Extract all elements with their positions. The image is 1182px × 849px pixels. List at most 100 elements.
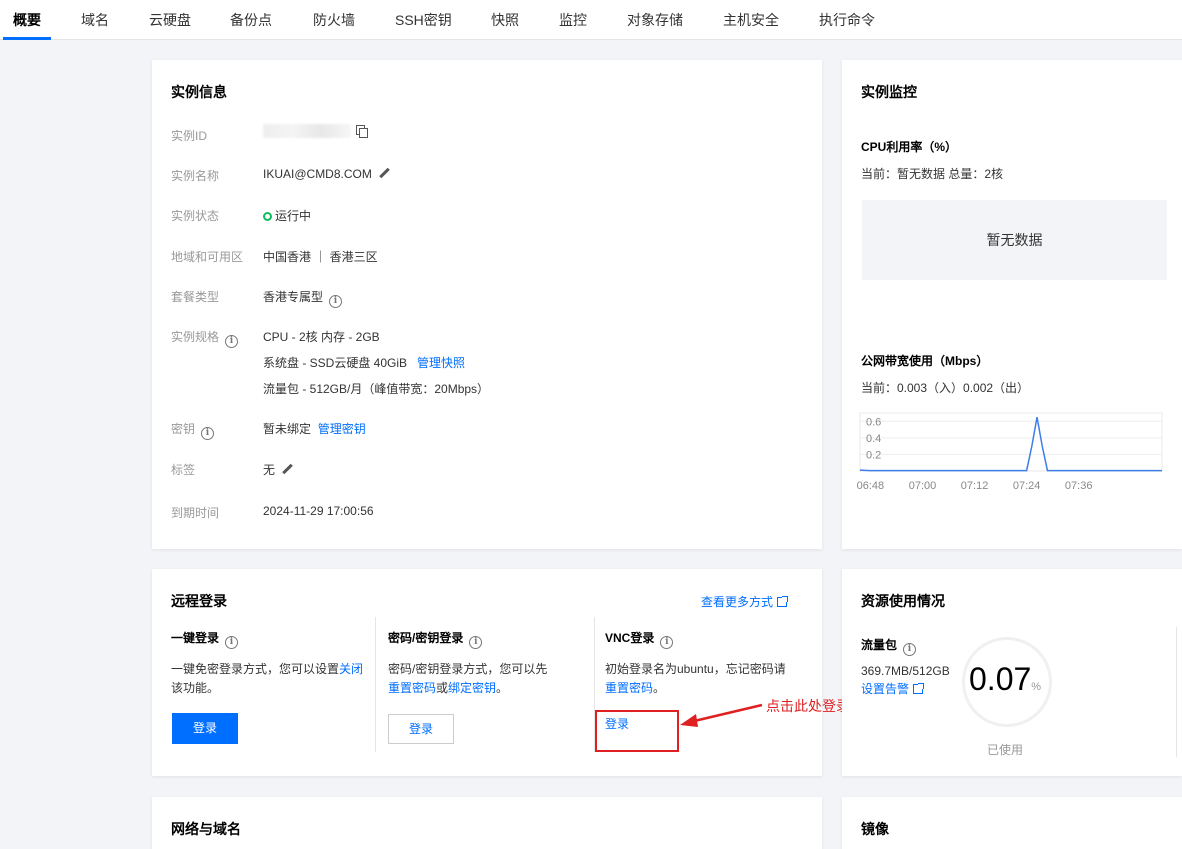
expire-label: 到期时间 bbox=[171, 506, 220, 520]
tab-run-command[interactable]: 执行命令 bbox=[819, 0, 875, 36]
monitor-title: 实例监控 bbox=[861, 84, 917, 100]
instance-status-label: 实例状态 bbox=[171, 209, 220, 223]
instance-status-value: 运行中 bbox=[275, 209, 312, 223]
key-label: 密钥 bbox=[171, 422, 196, 436]
more-login-methods-label: 查看更多方式 bbox=[701, 595, 774, 609]
spec-label: 实例规格 bbox=[171, 330, 220, 344]
package-row: 香港专属型 i bbox=[263, 288, 343, 308]
info-icon[interactable]: i bbox=[660, 636, 674, 649]
vnc-reset-password-link[interactable]: 重置密码 bbox=[605, 681, 653, 695]
bind-key-link[interactable]: 绑定密钥 bbox=[448, 681, 496, 695]
y-tick-label: 0.2 bbox=[866, 449, 881, 461]
manage-key-link[interactable]: 管理密钥 bbox=[318, 422, 366, 436]
bandwidth-current: 当前：0.003（入）0.002（出） bbox=[861, 381, 1030, 395]
info-icon[interactable]: i bbox=[225, 636, 239, 649]
onekey-desc-end: 该功能。 bbox=[171, 681, 220, 695]
tag-label: 标签 bbox=[171, 463, 196, 477]
spec-cpu: CPU - 2核 内存 - 2GB bbox=[263, 330, 380, 344]
resource-usage-card: 资源使用情况 流量包 i 369.7MB/512GB 设置告警 0.07% 已使用 bbox=[842, 569, 1182, 776]
info-icon[interactable]: i bbox=[903, 643, 917, 656]
onekey-login-button[interactable]: 登录 bbox=[172, 713, 238, 744]
used-label: 已使用 bbox=[987, 743, 1024, 757]
instance-info-card: 实例信息 实例ID 实例名称 IKUAI@CMD8.COM 实例状态 运行中 地… bbox=[152, 60, 822, 549]
tab-cloud-disk[interactable]: 云硬盘 bbox=[149, 0, 191, 36]
tab-object-storage[interactable]: 对象存储 bbox=[627, 0, 683, 36]
usage-percent-unit: % bbox=[1031, 681, 1042, 693]
edit-icon[interactable] bbox=[281, 464, 293, 476]
network-domain-title: 网络与域名 bbox=[171, 821, 241, 837]
traffic-package-title: 流量包 bbox=[861, 638, 898, 652]
usage-percent-value: 0.07 bbox=[969, 661, 1032, 697]
external-link-icon bbox=[913, 683, 925, 694]
info-icon[interactable]: i bbox=[329, 295, 343, 308]
instance-name-row: IKUAI@CMD8.COM bbox=[263, 167, 390, 181]
tab-host-security[interactable]: 主机安全 bbox=[723, 0, 779, 36]
tab-snapshot[interactable]: 快照 bbox=[491, 0, 519, 36]
onekey-desc-text: 一键免密登录方式，您可以设置 bbox=[171, 662, 340, 676]
remote-login-title: 远程登录 bbox=[171, 593, 227, 609]
info-icon[interactable]: i bbox=[225, 335, 239, 348]
password-login-button[interactable]: 登录 bbox=[388, 714, 454, 744]
spec-label-row: 实例规格 i bbox=[171, 328, 239, 348]
tab-ssh-key[interactable]: SSH密钥 bbox=[395, 0, 452, 36]
info-icon[interactable]: i bbox=[469, 636, 483, 649]
key-label-row: 密钥 i bbox=[171, 420, 215, 440]
onekey-login-desc: 一键免密登录方式，您可以设置关闭该功能。 bbox=[171, 660, 371, 698]
tab-domain[interactable]: 域名 bbox=[81, 0, 109, 36]
external-link-icon bbox=[777, 596, 789, 607]
more-login-methods-link[interactable]: 查看更多方式 bbox=[701, 593, 789, 610]
vnc-login-button[interactable]: 登录 bbox=[605, 715, 629, 732]
traffic-package-title-row: 流量包 i bbox=[861, 636, 917, 656]
reset-password-link[interactable]: 重置密码 bbox=[388, 681, 436, 695]
password-login-title-row: 密码/密钥登录 i bbox=[388, 629, 483, 649]
instance-name-value: IKUAI@CMD8.COM bbox=[263, 167, 372, 181]
y-tick-label: 0.4 bbox=[866, 433, 881, 445]
y-tick-label: 0.6 bbox=[866, 416, 881, 428]
active-tab-indicator bbox=[3, 37, 51, 40]
remote-login-card: 远程登录 查看更多方式 一键登录 i 一键免密登录方式，您可以设置关闭该功能。 登… bbox=[152, 569, 822, 776]
onekey-login-title-row: 一键登录 i bbox=[171, 629, 239, 649]
image-title: 镜像 bbox=[861, 821, 889, 837]
usage-percent: 0.07% bbox=[969, 661, 1041, 698]
key-row: 暂未绑定 管理密钥 bbox=[263, 420, 366, 437]
vnc-desc-end: 。 bbox=[653, 681, 666, 695]
spec-traffic: 流量包 - 512GB/月（峰值带宽：20Mbps） bbox=[263, 382, 490, 396]
resource-usage-title: 资源使用情况 bbox=[861, 593, 945, 609]
tab-firewall[interactable]: 防火墙 bbox=[313, 0, 355, 36]
annotation-arrow bbox=[680, 703, 763, 727]
spec-disk: 系统盘 - SSD云硬盘 40GiB bbox=[263, 356, 408, 370]
x-tick-label: 07:00 bbox=[909, 480, 937, 492]
tab-monitor[interactable]: 监控 bbox=[559, 0, 587, 36]
info-icon[interactable]: i bbox=[201, 427, 215, 440]
password-login-desc: 密码/密钥登录方式，您可以先 重置密码或绑定密钥。 bbox=[388, 660, 588, 698]
manage-snapshot-link[interactable]: 管理快照 bbox=[417, 356, 465, 370]
network-domain-card: 网络与域名 bbox=[152, 797, 822, 849]
copy-icon[interactable] bbox=[356, 125, 368, 138]
cpu-empty-placeholder: 暂无数据 bbox=[862, 200, 1167, 280]
status-running-icon bbox=[263, 212, 272, 221]
tag-value: 无 bbox=[263, 463, 276, 477]
spec-disk-row: 系统盘 - SSD云硬盘 40GiB 管理快照 bbox=[263, 354, 465, 371]
tab-backup[interactable]: 备份点 bbox=[230, 0, 272, 36]
onekey-close-link[interactable]: 关闭 bbox=[339, 662, 363, 676]
instance-id-label: 实例ID bbox=[171, 129, 208, 143]
set-alarm-link[interactable]: 设置告警 bbox=[861, 680, 925, 697]
package-label: 套餐类型 bbox=[171, 290, 220, 304]
vnc-login-title: VNC登录 bbox=[605, 631, 655, 645]
key-value: 暂未绑定 bbox=[263, 422, 312, 436]
expire-value: 2024-11-29 17:00:56 bbox=[263, 504, 374, 518]
vnc-login-desc: 初始登录名为ubuntu，忘记密码请 重置密码。 bbox=[605, 660, 820, 698]
instance-status-row: 运行中 bbox=[263, 207, 311, 224]
divider bbox=[1176, 627, 1177, 757]
tab-overview[interactable]: 概要 bbox=[13, 0, 41, 36]
instance-info-title: 实例信息 bbox=[171, 84, 227, 100]
edit-icon[interactable] bbox=[378, 168, 390, 180]
password-login-title: 密码/密钥登录 bbox=[388, 631, 464, 645]
x-tick-label: 07:12 bbox=[961, 480, 989, 492]
x-tick-label: 07:24 bbox=[1013, 480, 1041, 492]
tag-row: 无 bbox=[263, 461, 293, 478]
bandwidth-series-line bbox=[859, 417, 1163, 472]
instance-id-redacted bbox=[263, 124, 351, 138]
annotation-text: 点击此处登录 bbox=[766, 698, 850, 714]
image-card: 镜像 bbox=[842, 797, 1182, 849]
